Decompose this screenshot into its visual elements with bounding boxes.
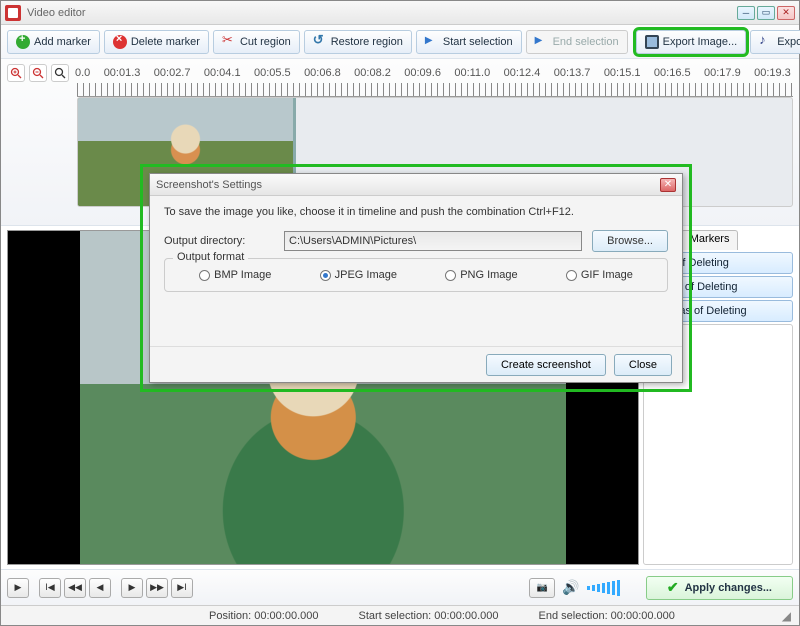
dialog-title-bar: Screenshot's Settings ✕ <box>150 174 682 196</box>
step-back-button[interactable]: ◀ <box>89 578 111 598</box>
zoom-out-button[interactable] <box>29 64 47 82</box>
step-fwd-button[interactable]: ▶ <box>121 578 143 598</box>
timecode: 00:05.5 <box>254 67 291 79</box>
volume-meter[interactable] <box>587 580 620 596</box>
goto-start-button[interactable]: I◀ <box>39 578 61 598</box>
delete-marker-button[interactable]: Delete marker <box>104 30 209 54</box>
timecode: 00:09.6 <box>404 67 441 79</box>
app-icon <box>5 5 21 21</box>
radio-gif[interactable]: GIF Image <box>566 269 633 281</box>
start-selection-button[interactable]: Start selection <box>416 30 522 54</box>
status-start-sel: Start selection: 00:00:00.000 <box>358 610 498 622</box>
screenshot-settings-dialog: Screenshot's Settings ✕ To save the imag… <box>149 173 683 383</box>
delete-icon <box>113 35 127 49</box>
tab-markers[interactable]: Markers <box>681 230 739 250</box>
end-selection-button: End selection <box>526 30 628 54</box>
minimize-button[interactable]: ─ <box>737 6 755 20</box>
apply-changes-button[interactable]: ✔Apply changes... <box>646 576 793 600</box>
timecode: 00:15.1 <box>604 67 641 79</box>
create-screenshot-button[interactable]: Create screenshot <box>486 354 606 376</box>
snapshot-button[interactable]: 📷 <box>529 578 555 598</box>
dialog-close-button[interactable]: ✕ <box>660 178 676 192</box>
end-sel-icon <box>535 35 549 49</box>
play-button[interactable]: ▶ <box>7 578 29 598</box>
timecode: 00:12.4 <box>504 67 541 79</box>
radio-png[interactable]: PNG Image <box>445 269 517 281</box>
close-button[interactable]: ✕ <box>777 6 795 20</box>
speaker-icon[interactable]: 🔊 <box>562 579 579 596</box>
status-position: Position: 00:00:00.000 <box>209 610 318 622</box>
zoom-in-button[interactable] <box>7 64 25 82</box>
dialog-title: Screenshot's Settings <box>156 179 262 191</box>
status-end-sel: End selection: 00:00:00.000 <box>539 610 675 622</box>
add-marker-button[interactable]: Add marker <box>7 30 100 54</box>
playback-controls: ▶ I◀ ◀◀ ◀ ▶ ▶▶ ▶I 📷 🔊 ✔Apply changes... <box>1 569 799 605</box>
restore-region-button[interactable]: Restore region <box>304 30 412 54</box>
export-audio-button[interactable]: Export Audio... <box>750 30 800 54</box>
rewind-button[interactable]: ◀◀ <box>64 578 86 598</box>
cut-region-button[interactable]: Cut region <box>213 30 300 54</box>
resize-grip[interactable]: ◢ <box>782 609 791 623</box>
timecode: 00:04.1 <box>204 67 241 79</box>
export-image-button[interactable]: Export Image... <box>636 30 747 54</box>
fastfwd-button[interactable]: ▶▶ <box>146 578 168 598</box>
status-bar: Position: 00:00:00.000 Start selection: … <box>1 605 799 625</box>
export-image-icon <box>645 35 659 49</box>
output-format-label: Output format <box>173 251 248 263</box>
add-icon <box>16 35 30 49</box>
output-dir-label: Output directory: <box>164 235 274 247</box>
radio-jpeg[interactable]: JPEG Image <box>320 269 397 281</box>
dialog-close-btn[interactable]: Close <box>614 354 672 376</box>
timecode: 00:17.9 <box>704 67 741 79</box>
timecode: 00:02.7 <box>154 67 191 79</box>
timecode: 00:08.2 <box>354 67 391 79</box>
export-audio-icon <box>759 35 773 49</box>
timecode: 00:11.0 <box>454 67 490 79</box>
timecode: 00:16.5 <box>654 67 691 79</box>
output-dir-input[interactable]: C:\Users\ADMIN\Pictures\ <box>284 231 582 251</box>
window-title: Video editor <box>27 7 735 19</box>
check-icon: ✔ <box>667 579 679 596</box>
restore-icon <box>313 35 327 49</box>
main-toolbar: Add marker Delete marker Cut region Rest… <box>1 25 799 59</box>
timecode: 00:13.7 <box>554 67 591 79</box>
output-format-group: Output format BMP Image JPEG Image PNG I… <box>164 258 668 292</box>
timecode: 0.0 <box>75 67 90 79</box>
dialog-hint: To save the image you like, choose it in… <box>164 206 668 218</box>
timecode: 00:19.3 <box>754 67 791 79</box>
timeline-timecodes: 0.0 00:01.3 00:02.7 00:04.1 00:05.5 00:06.8 00… <box>73 67 793 79</box>
maximize-button[interactable]: ▭ <box>757 6 775 20</box>
cut-icon <box>222 35 236 49</box>
timecode: 00:01.3 <box>104 67 141 79</box>
timeline-ruler[interactable] <box>77 83 793 97</box>
zoom-fit-button[interactable] <box>51 64 69 82</box>
browse-button[interactable]: Browse... <box>592 230 668 252</box>
timecode: 00:06.8 <box>304 67 341 79</box>
radio-bmp[interactable]: BMP Image <box>199 269 271 281</box>
start-sel-icon <box>425 35 439 49</box>
goto-end-button[interactable]: ▶I <box>171 578 193 598</box>
title-bar: Video editor ─ ▭ ✕ <box>1 1 799 25</box>
